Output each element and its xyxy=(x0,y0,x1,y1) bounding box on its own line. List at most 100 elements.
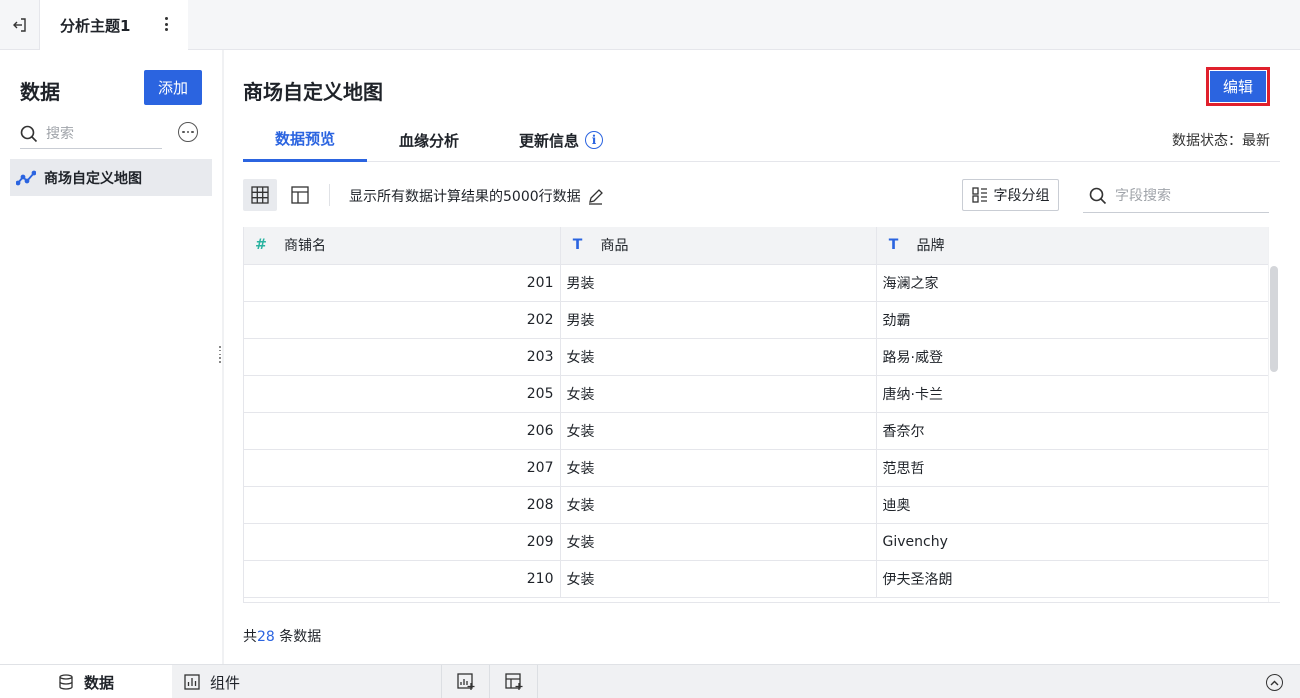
sidebar-search-input[interactable] xyxy=(46,125,146,142)
tab-data-preview[interactable]: 数据预览 xyxy=(243,118,367,162)
cell-brand[interactable]: 香奈尔 xyxy=(876,412,1269,450)
field-search-input[interactable] xyxy=(1115,187,1255,204)
bottom-tab-components-label: 组件 xyxy=(210,673,241,692)
cell-shop[interactable]: 210 xyxy=(244,560,561,598)
cell-product[interactable]: 女装 xyxy=(560,338,877,376)
bottom-tab-data-label: 数据 xyxy=(84,673,115,692)
field-group-icon xyxy=(971,187,987,203)
sidebar-item-dataset[interactable]: 商场自定义地图 xyxy=(10,159,212,196)
table-scrollbar[interactable] xyxy=(1270,266,1278,372)
column-label: 品牌 xyxy=(916,238,945,255)
sidebar-title: 数据 xyxy=(20,80,60,104)
field-search xyxy=(1083,179,1269,213)
cell-product[interactable]: 女装 xyxy=(560,486,877,524)
add-dashboard-button[interactable] xyxy=(490,665,538,698)
layout-view-button[interactable] xyxy=(283,179,317,211)
more-vertical-icon[interactable] xyxy=(164,17,168,31)
cell-product[interactable]: 女装 xyxy=(560,449,877,487)
row-limit-text: 显示所有数据计算结果的5000行数据 xyxy=(349,189,581,205)
tab-bar: 数据预览 血缘分析 更新信息 i 数据状态：最新 xyxy=(243,118,1280,162)
tab-analysis-topic[interactable]: 分析主题1 xyxy=(40,0,188,50)
column-header-brand[interactable]: T 品牌 xyxy=(876,227,1269,265)
cell-brand[interactable]: 迪奥 xyxy=(876,486,1269,524)
exit-icon xyxy=(12,18,26,32)
column-header-product[interactable]: T 商品 xyxy=(560,227,877,265)
cell-shop[interactable]: 209 xyxy=(244,523,561,561)
database-icon xyxy=(59,674,73,690)
layout-icon xyxy=(291,186,309,204)
tab-lineage-analysis[interactable]: 血缘分析 xyxy=(367,118,491,162)
cell-product[interactable]: 男装 xyxy=(560,301,877,339)
pencil-icon[interactable] xyxy=(587,188,604,205)
cell-product[interactable]: 女装 xyxy=(560,375,877,413)
line-chart-icon xyxy=(16,170,36,185)
cell-product[interactable]: 女装 xyxy=(560,523,877,561)
table-row: 201 男装 海澜之家 xyxy=(244,264,1269,302)
cell-brand[interactable]: 劲霸 xyxy=(876,301,1269,339)
number-type-icon: # xyxy=(255,237,267,254)
cell-product[interactable]: 女装 xyxy=(560,560,877,598)
table-row: 203 女装 路易·威登 xyxy=(244,338,1269,376)
cell-brand[interactable]: Givenchy xyxy=(876,523,1269,561)
more-options-icon[interactable] xyxy=(178,122,198,142)
cell-shop[interactable]: 208 xyxy=(244,486,561,524)
row-count-suffix: 条数据 xyxy=(274,629,322,645)
table-header-row: # 商铺名 T 商品 T 品牌 xyxy=(244,227,1269,265)
search-icon xyxy=(20,125,38,142)
collapse-up-icon[interactable] xyxy=(1266,674,1283,691)
exit-button[interactable] xyxy=(0,0,40,50)
row-count-value: 28 xyxy=(257,629,275,645)
add-component-button[interactable] xyxy=(442,665,490,698)
cell-shop[interactable]: 202 xyxy=(244,301,561,339)
cell-brand[interactable]: 范思哲 xyxy=(876,449,1269,487)
table-row: 206 女装 香奈尔 xyxy=(244,412,1269,450)
field-group-button[interactable]: 字段分组 xyxy=(962,179,1059,211)
bottom-tab-data[interactable]: 数据 xyxy=(0,665,172,698)
table-row: 208 女装 迪奥 xyxy=(244,486,1269,524)
preview-toolbar: 显示所有数据计算结果的5000行数据 字段分组 xyxy=(243,178,1280,214)
add-chart-icon xyxy=(456,673,474,690)
page-title: 商场自定义地图 xyxy=(243,80,383,104)
data-status: 数据状态：最新 xyxy=(1172,133,1270,149)
main-panel: 商场自定义地图 编辑 数据预览 血缘分析 更新信息 i 数据状态：最新 显示所有… xyxy=(224,50,1300,664)
cell-shop[interactable]: 201 xyxy=(244,264,561,302)
cell-brand[interactable]: 路易·威登 xyxy=(876,338,1269,376)
add-button[interactable]: 添加 xyxy=(144,70,202,105)
cell-product[interactable]: 男装 xyxy=(560,264,877,302)
field-group-label: 字段分组 xyxy=(993,188,1050,204)
search-icon xyxy=(1089,187,1107,204)
cell-shop[interactable]: 207 xyxy=(244,449,561,487)
tab-update-info[interactable]: 更新信息 i xyxy=(511,118,611,162)
top-bar: 分析主题1 xyxy=(0,0,1300,50)
cell-brand[interactable]: 伊夫圣洛朗 xyxy=(876,560,1269,598)
grid-icon xyxy=(251,186,269,204)
text-type-icon: T xyxy=(572,237,583,254)
bar-chart-icon xyxy=(184,674,200,690)
cell-brand[interactable]: 唐纳·卡兰 xyxy=(876,375,1269,413)
sidebar-item-label: 商场自定义地图 xyxy=(44,170,142,187)
grid-view-button[interactable] xyxy=(243,179,277,211)
cell-brand[interactable]: 海澜之家 xyxy=(876,264,1269,302)
cell-shop[interactable]: 203 xyxy=(244,338,561,376)
info-icon[interactable]: i xyxy=(585,131,603,149)
toolbar-separator xyxy=(329,184,330,206)
table-row: 210 女装 伊夫圣洛朗 xyxy=(244,560,1269,598)
bottom-tab-components[interactable]: 组件 xyxy=(172,665,442,698)
table-body: 201 男装 海澜之家 202 男装 劲霸 203 女装 路易·威登 205 女装 唐纳·卡兰 206 女… xyxy=(244,264,1269,598)
data-sidebar: 数据 添加 商场自定义地图 xyxy=(0,50,224,664)
bottom-bar: 数据 组件 xyxy=(0,664,1300,698)
cell-shop[interactable]: 206 xyxy=(244,412,561,450)
tab-title: 分析主题1 xyxy=(60,16,131,35)
table-row: 202 男装 劲霸 xyxy=(244,301,1269,339)
table-row: 205 女装 唐纳·卡兰 xyxy=(244,375,1269,413)
cell-shop[interactable]: 205 xyxy=(244,375,561,413)
edit-button[interactable]: 编辑 xyxy=(1210,71,1266,102)
cell-product[interactable]: 女装 xyxy=(560,412,877,450)
column-label: 商铺名 xyxy=(284,238,326,255)
row-count: 共28 条数据 xyxy=(243,629,322,645)
column-header-shop[interactable]: # 商铺名 xyxy=(244,227,561,265)
data-table: # 商铺名 T 商品 T 品牌 201 男装 海澜之家 202 男装 劲霸 203 女装 路易·威登 2… xyxy=(244,227,1269,598)
tab-update-info-label: 更新信息 xyxy=(518,131,579,150)
table-row: 209 女装 Givenchy xyxy=(244,523,1269,561)
column-label: 商品 xyxy=(600,238,629,255)
